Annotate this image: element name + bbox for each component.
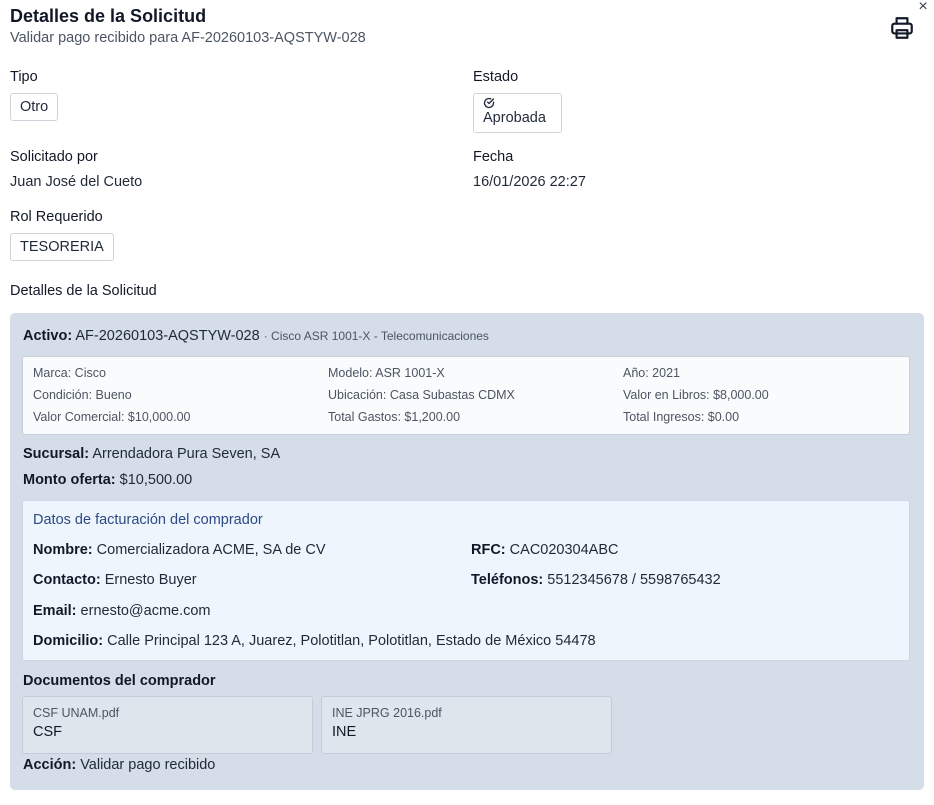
activo-line: Activo: AF-20260103-AQSTYW-028 · Cisco A… [23,328,489,344]
fecha-value: 16/01/2026 22:27 [473,174,586,190]
activo-label: Activo: [23,328,73,344]
monto-line: Monto oferta: $10,500.00 [23,472,192,488]
document-card[interactable]: CSF UNAM.pdf CSF [22,696,313,754]
spec-condicion: Condición: Bueno [33,388,132,402]
document-type: CSF [33,724,62,740]
spec-valor-libros: Valor en Libros: $8,000.00 [623,388,769,402]
monto-value: $10,500.00 [119,472,193,488]
sucursal-line: Sucursal: Arrendadora Pura Seven, SA [23,446,280,462]
billing-rfc: RFC: CAC020304ABC [471,542,619,558]
email-value: ernesto@acme.com [80,603,211,619]
domicilio-value: Calle Principal 123 A, Juarez, Polotitla… [107,633,596,649]
details-panel: Activo: AF-20260103-AQSTYW-028 · Cisco A… [10,313,924,790]
accion-value: Validar pago recibido [80,757,216,773]
email-label: Email: [33,603,77,619]
asset-specs: Marca: Cisco Modelo: ASR 1001-X Año: 202… [22,356,910,435]
close-icon[interactable]: × [915,0,931,16]
billing-box: Datos de facturación del comprador Nombr… [22,500,910,661]
spec-valor-comercial: Valor Comercial: $10,000.00 [33,410,191,424]
page-title: Detalles de la Solicitud [10,6,207,26]
rfc-label: RFC: [471,542,506,558]
check-circle-icon [483,96,552,109]
billing-domicilio: Domicilio: Calle Principal 123 A, Juarez… [33,633,596,649]
printer-icon [891,17,913,39]
rol-label: Rol Requerido [10,209,103,225]
billing-telefonos: Teléfonos: 5512345678 / 5598765432 [471,572,721,588]
nombre-value: Comercializadora ACME, SA de CV [96,542,326,558]
status-text: Aprobada [483,110,546,126]
activo-id: AF-20260103-AQSTYW-028 [75,328,260,344]
billing-title: Datos de facturación del comprador [33,512,263,528]
document-type: INE [332,724,357,740]
page-subtitle: Validar pago recibido para AF-20260103-A… [10,30,366,46]
solicitado-value: Juan José del Cueto [10,174,143,190]
sucursal-label: Sucursal: [23,446,90,462]
spec-total-gastos: Total Gastos: $1,200.00 [328,410,461,424]
rol-badge: TESORERIA [10,233,114,261]
details-section-label: Detalles de la Solicitud [10,283,157,299]
estado-label: Estado [473,69,519,85]
accion-label: Acción: [23,757,77,773]
rfc-value: CAC020304ABC [509,542,619,558]
sucursal-value: Arrendadora Pura Seven, SA [92,446,281,462]
solicitado-label: Solicitado por [10,149,98,165]
document-filename: CSF UNAM.pdf [33,706,120,720]
accion-line: Acción: Validar pago recibido [23,757,215,773]
activo-description: · Cisco ASR 1001-X - Telecomunicaciones [263,329,489,343]
contacto-value: Ernesto Buyer [104,572,197,588]
domicilio-label: Domicilio: [33,633,104,649]
document-filename: INE JPRG 2016.pdf [332,706,442,720]
spec-modelo: Modelo: ASR 1001-X [328,366,445,380]
fecha-label: Fecha [473,149,514,165]
document-card[interactable]: INE JPRG 2016.pdf INE [321,696,612,754]
print-button[interactable] [889,15,915,41]
monto-label: Monto oferta: [23,472,116,488]
telefonos-label: Teléfonos: [471,572,544,588]
tipo-badge: Otro [10,93,59,121]
telefonos-value: 5512345678 / 5598765432 [547,572,721,588]
spec-ubicacion: Ubicación: Casa Subastas CDMX [328,388,515,402]
billing-contacto: Contacto: Ernesto Buyer [33,572,197,588]
spec-anio: Año: 2021 [623,366,680,380]
nombre-label: Nombre: [33,542,93,558]
spec-total-ingresos: Total Ingresos: $0.00 [623,410,740,424]
tipo-label: Tipo [10,69,38,85]
contacto-label: Contacto: [33,572,101,588]
billing-nombre: Nombre: Comercializadora ACME, SA de CV [33,542,326,558]
docs-heading: Documentos del comprador [23,673,216,689]
docs-label: Documentos del comprador [23,673,216,689]
billing-email: Email: ernesto@acme.com [33,603,211,619]
status-badge: Aprobada [473,93,562,133]
spec-marca: Marca: Cisco [33,366,106,380]
